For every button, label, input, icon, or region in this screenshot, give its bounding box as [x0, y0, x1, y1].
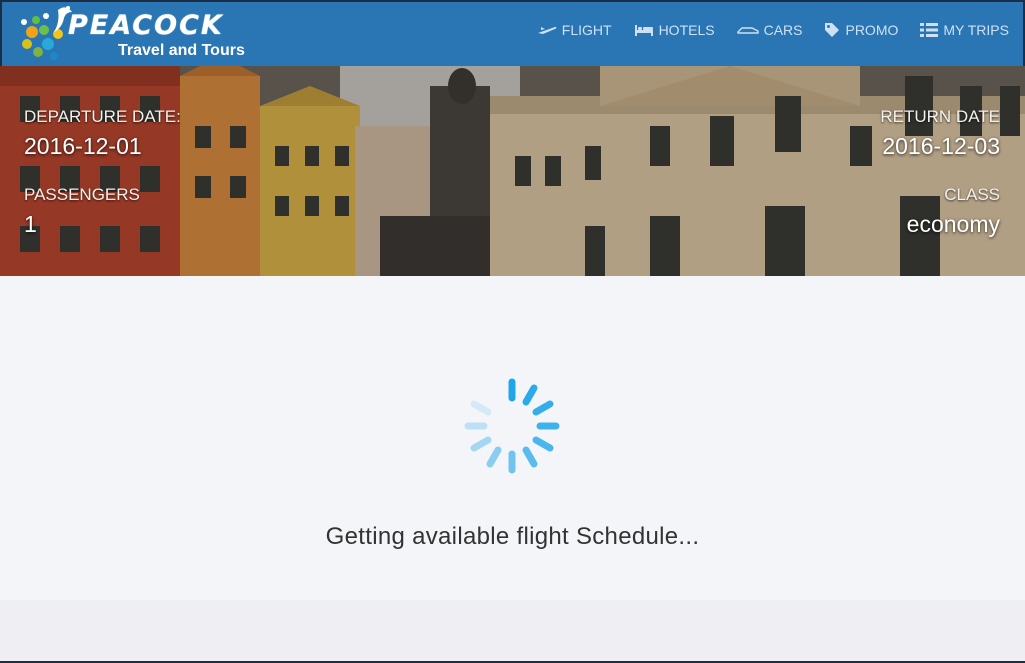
nav-promo-label: PROMO: [845, 22, 899, 38]
return-date-value: 2016-12-03: [882, 133, 1000, 159]
bed-icon: [634, 25, 653, 36]
class-value: economy: [906, 211, 1000, 237]
departure-date-label: DEPARTURE DATE:: [24, 107, 181, 126]
return-date-label: RETURN DATE: [880, 107, 1000, 126]
nav-cars[interactable]: CARS: [736, 22, 803, 38]
top-navbar: PEACOCK Travel and Tours FLIGHT HOTELS C…: [0, 0, 1025, 66]
nav-flight-label: FLIGHT: [561, 22, 612, 38]
car-icon: [736, 27, 759, 34]
plane-icon: [537, 26, 557, 34]
nav-cars-label: CARS: [763, 22, 803, 38]
list-icon: [920, 23, 939, 37]
banner-overlay: [0, 66, 1025, 276]
footer-band: [0, 600, 1025, 663]
brand-tagline: Travel and Tours: [118, 42, 245, 59]
passengers-label: PASSENGERS: [24, 185, 140, 204]
brand-name: PEACOCK: [68, 10, 224, 41]
loading-message: Getting available flight Schedule...: [325, 523, 700, 550]
loading-spinner-icon: [464, 378, 560, 474]
trip-summary-banner: DEPARTURE DATE: 2016-12-01 RETURN DATE 2…: [0, 66, 1025, 276]
nav-my-trips-label: MY TRIPS: [943, 22, 1009, 38]
nav-hotels-label: HOTELS: [658, 22, 715, 38]
passengers-value: 1: [24, 211, 37, 237]
main-nav: FLIGHT HOTELS CARS PROMO MY TRIPS: [515, 22, 1009, 38]
brand-logo[interactable]: PEACOCK Travel and Tours: [18, 4, 258, 64]
departure-date-value: 2016-12-01: [24, 133, 142, 159]
nav-hotels[interactable]: HOTELS: [634, 22, 715, 38]
nav-my-trips[interactable]: MY TRIPS: [920, 22, 1009, 38]
nav-flight[interactable]: FLIGHT: [537, 22, 612, 38]
class-label: CLASS: [944, 185, 1000, 204]
tag-icon: [825, 23, 840, 37]
nav-promo[interactable]: PROMO: [824, 22, 898, 38]
